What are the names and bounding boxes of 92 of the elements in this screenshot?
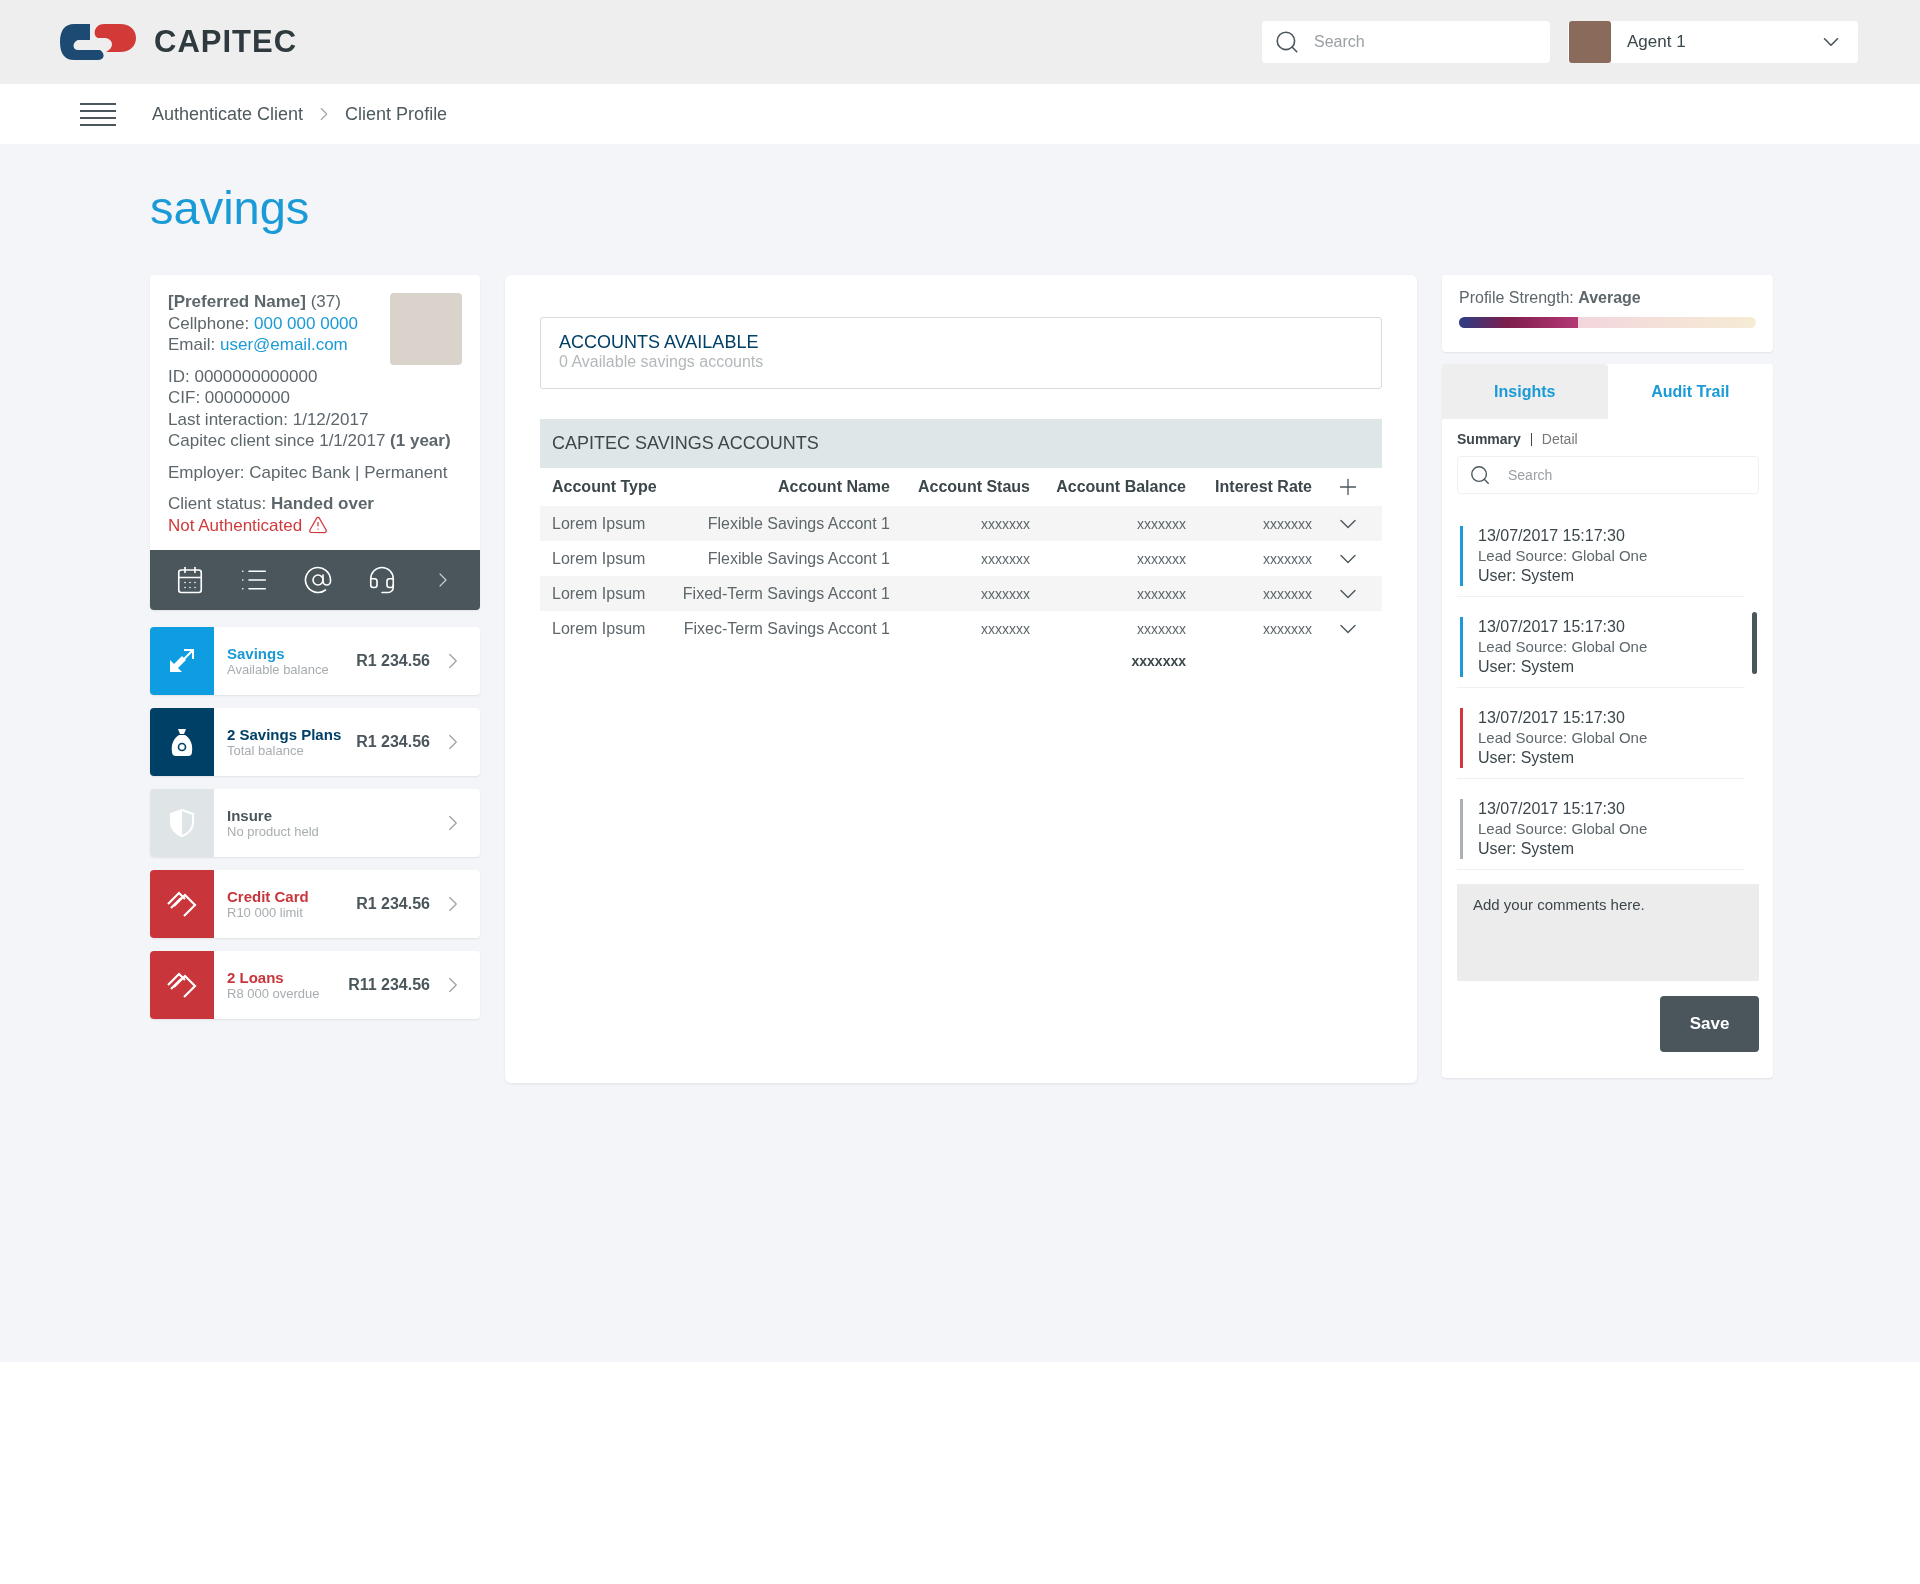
entry-timestamp: 13/07/2017 15:17:30 [1478, 526, 1626, 546]
product-subtitle: Available balance [227, 662, 330, 677]
product-subtitle: R8 000 overdue [227, 986, 321, 1001]
entry-source: Lead Source: Global One [1478, 819, 1648, 839]
product-subtitle: No product held [227, 824, 320, 839]
product-card[interactable]: Savings Available balance R1 234.56 [150, 627, 480, 695]
product-card[interactable]: 2 Loans R8 000 overdue R11 234.56 [150, 951, 480, 1019]
entry-timestamp: 13/07/2017 15:17:30 [1478, 617, 1626, 637]
breadcrumb-link[interactable]: Client Profile [345, 103, 448, 125]
accounts-available-subtitle: 0 Available savings accounts [559, 353, 765, 371]
table-cell: Flexible Savings Accont 1 [707, 549, 890, 568]
product-title: Insure [227, 807, 273, 824]
column-header: Interest Rate [1215, 478, 1312, 496]
table-cell: Fixed-Term Savings Accont 1 [682, 584, 890, 603]
product-title: Credit Card [227, 888, 310, 905]
employer-text: Employer: Capitec Bank | Permanent [168, 462, 448, 482]
agent-dropdown[interactable]: Agent 1 [1568, 21, 1858, 63]
table-cell: Fixec-Term Savings Accont 1 [683, 619, 890, 638]
page-title: savings [150, 180, 311, 236]
table-title: CAPITEC SAVINGS ACCOUNTS [552, 433, 819, 454]
table-cell: xxxxxxx [1137, 515, 1186, 532]
view-link[interactable]: Detail [1541, 431, 1578, 447]
table-cell: xxxxxxx [1137, 550, 1186, 567]
breadcrumb-link[interactable]: Authenticate Client [152, 103, 304, 125]
table-cell: xxxxxxx [1263, 550, 1312, 567]
table-cell: Lorem Ipsum [552, 514, 646, 533]
product-amount: R1 234.56 [356, 733, 430, 751]
client-detail: Last interaction: 1/12/2017 [168, 409, 369, 429]
scrollbar[interactable] [1752, 612, 1757, 674]
product-subtitle: R10 000 limit [227, 905, 304, 920]
contact-label: Email: [168, 335, 216, 354]
entry-timestamp: 13/07/2017 15:17:30 [1478, 799, 1626, 819]
product-amount: R11 234.56 [348, 976, 430, 994]
column-header: Account Type [552, 478, 657, 496]
table-cell: xxxxxxx [981, 620, 1030, 637]
balance-total: xxxxxxx [1131, 653, 1186, 669]
table-cell: xxxxxxx [981, 550, 1030, 567]
table-cell: xxxxxxx [1263, 515, 1312, 532]
menu-icon[interactable] [80, 102, 116, 126]
entry-user: User: System [1478, 657, 1575, 677]
profile-strength-label: Profile Strength: Average [1459, 289, 1641, 306]
entry-user: User: System [1478, 748, 1575, 768]
table-cell: Lorem Ipsum [552, 584, 646, 603]
product-card[interactable]: Credit Card R10 000 limit R1 234.56 [150, 870, 480, 938]
product-subtitle: Total balance [227, 743, 305, 758]
avatar-placeholder [1569, 21, 1611, 63]
warning-icon [308, 515, 329, 536]
save-button[interactable]: Save [1660, 996, 1759, 1052]
table-cell: Lorem Ipsum [552, 549, 646, 568]
client-detail: Capitec client since 1/1/2017 (1 year) [168, 431, 451, 450]
product-amount: R1 234.56 [356, 652, 430, 670]
accounts-available-title: ACCOUNTS AVAILABLE [559, 332, 760, 353]
entry-source: Lead Source: Global One [1478, 546, 1648, 566]
table-cell: xxxxxxx [1137, 585, 1186, 602]
search-field[interactable]: Search [1262, 21, 1550, 63]
money-bag-icon [170, 727, 194, 757]
logo-text: CAPITEC [154, 24, 298, 60]
client-detail: CIF: 000000000 [168, 388, 290, 407]
client-status: Client status: Handed over [168, 494, 374, 513]
table-cell: xxxxxxx [1263, 620, 1312, 637]
audit-search-field[interactable]: Search [1457, 456, 1759, 494]
table-cell: xxxxxxx [1263, 585, 1312, 602]
client-name: [Preferred Name] (37) [168, 292, 341, 311]
table-cell: xxxxxxx [981, 585, 1030, 602]
column-header: Account Staus [918, 478, 1030, 496]
entry-user: User: System [1478, 566, 1575, 586]
product-title: 2 Loans [227, 969, 285, 986]
comment-field[interactable]: Add your comments here. [1457, 884, 1759, 981]
agent-name: Agent 1 [1627, 32, 1687, 52]
product-title: Savings [227, 645, 286, 662]
logo-icon [60, 22, 136, 62]
client-detail: ID: 0000000000000 [168, 366, 318, 386]
auth-status: Not Authenticated [168, 514, 303, 536]
product-title: 2 Savings Plans [227, 726, 343, 743]
view-link[interactable]: Summary [1457, 431, 1521, 447]
entry-source: Lead Source: Global One [1478, 728, 1648, 748]
product-amount: R1 234.56 [356, 895, 430, 913]
column-header: Account Balance [1056, 478, 1186, 496]
table-cell: Flexible Savings Accont 1 [707, 514, 890, 533]
table-cell: xxxxxxx [1137, 620, 1186, 637]
entry-timestamp: 13/07/2017 15:17:30 [1478, 708, 1626, 728]
search-icon [1274, 29, 1300, 55]
product-card[interactable]: Insure No product held [150, 789, 480, 857]
entry-source: Lead Source: Global One [1478, 637, 1648, 657]
table-cell: xxxxxxx [981, 515, 1030, 532]
contact-label: Cellphone: [168, 313, 250, 333]
table-cell: Lorem Ipsum [552, 619, 646, 638]
photo-placeholder [390, 293, 462, 365]
search-icon [1469, 464, 1491, 486]
entry-user: User: System [1478, 839, 1575, 859]
shield-icon [169, 808, 195, 838]
column-header: Account Name [777, 478, 890, 496]
